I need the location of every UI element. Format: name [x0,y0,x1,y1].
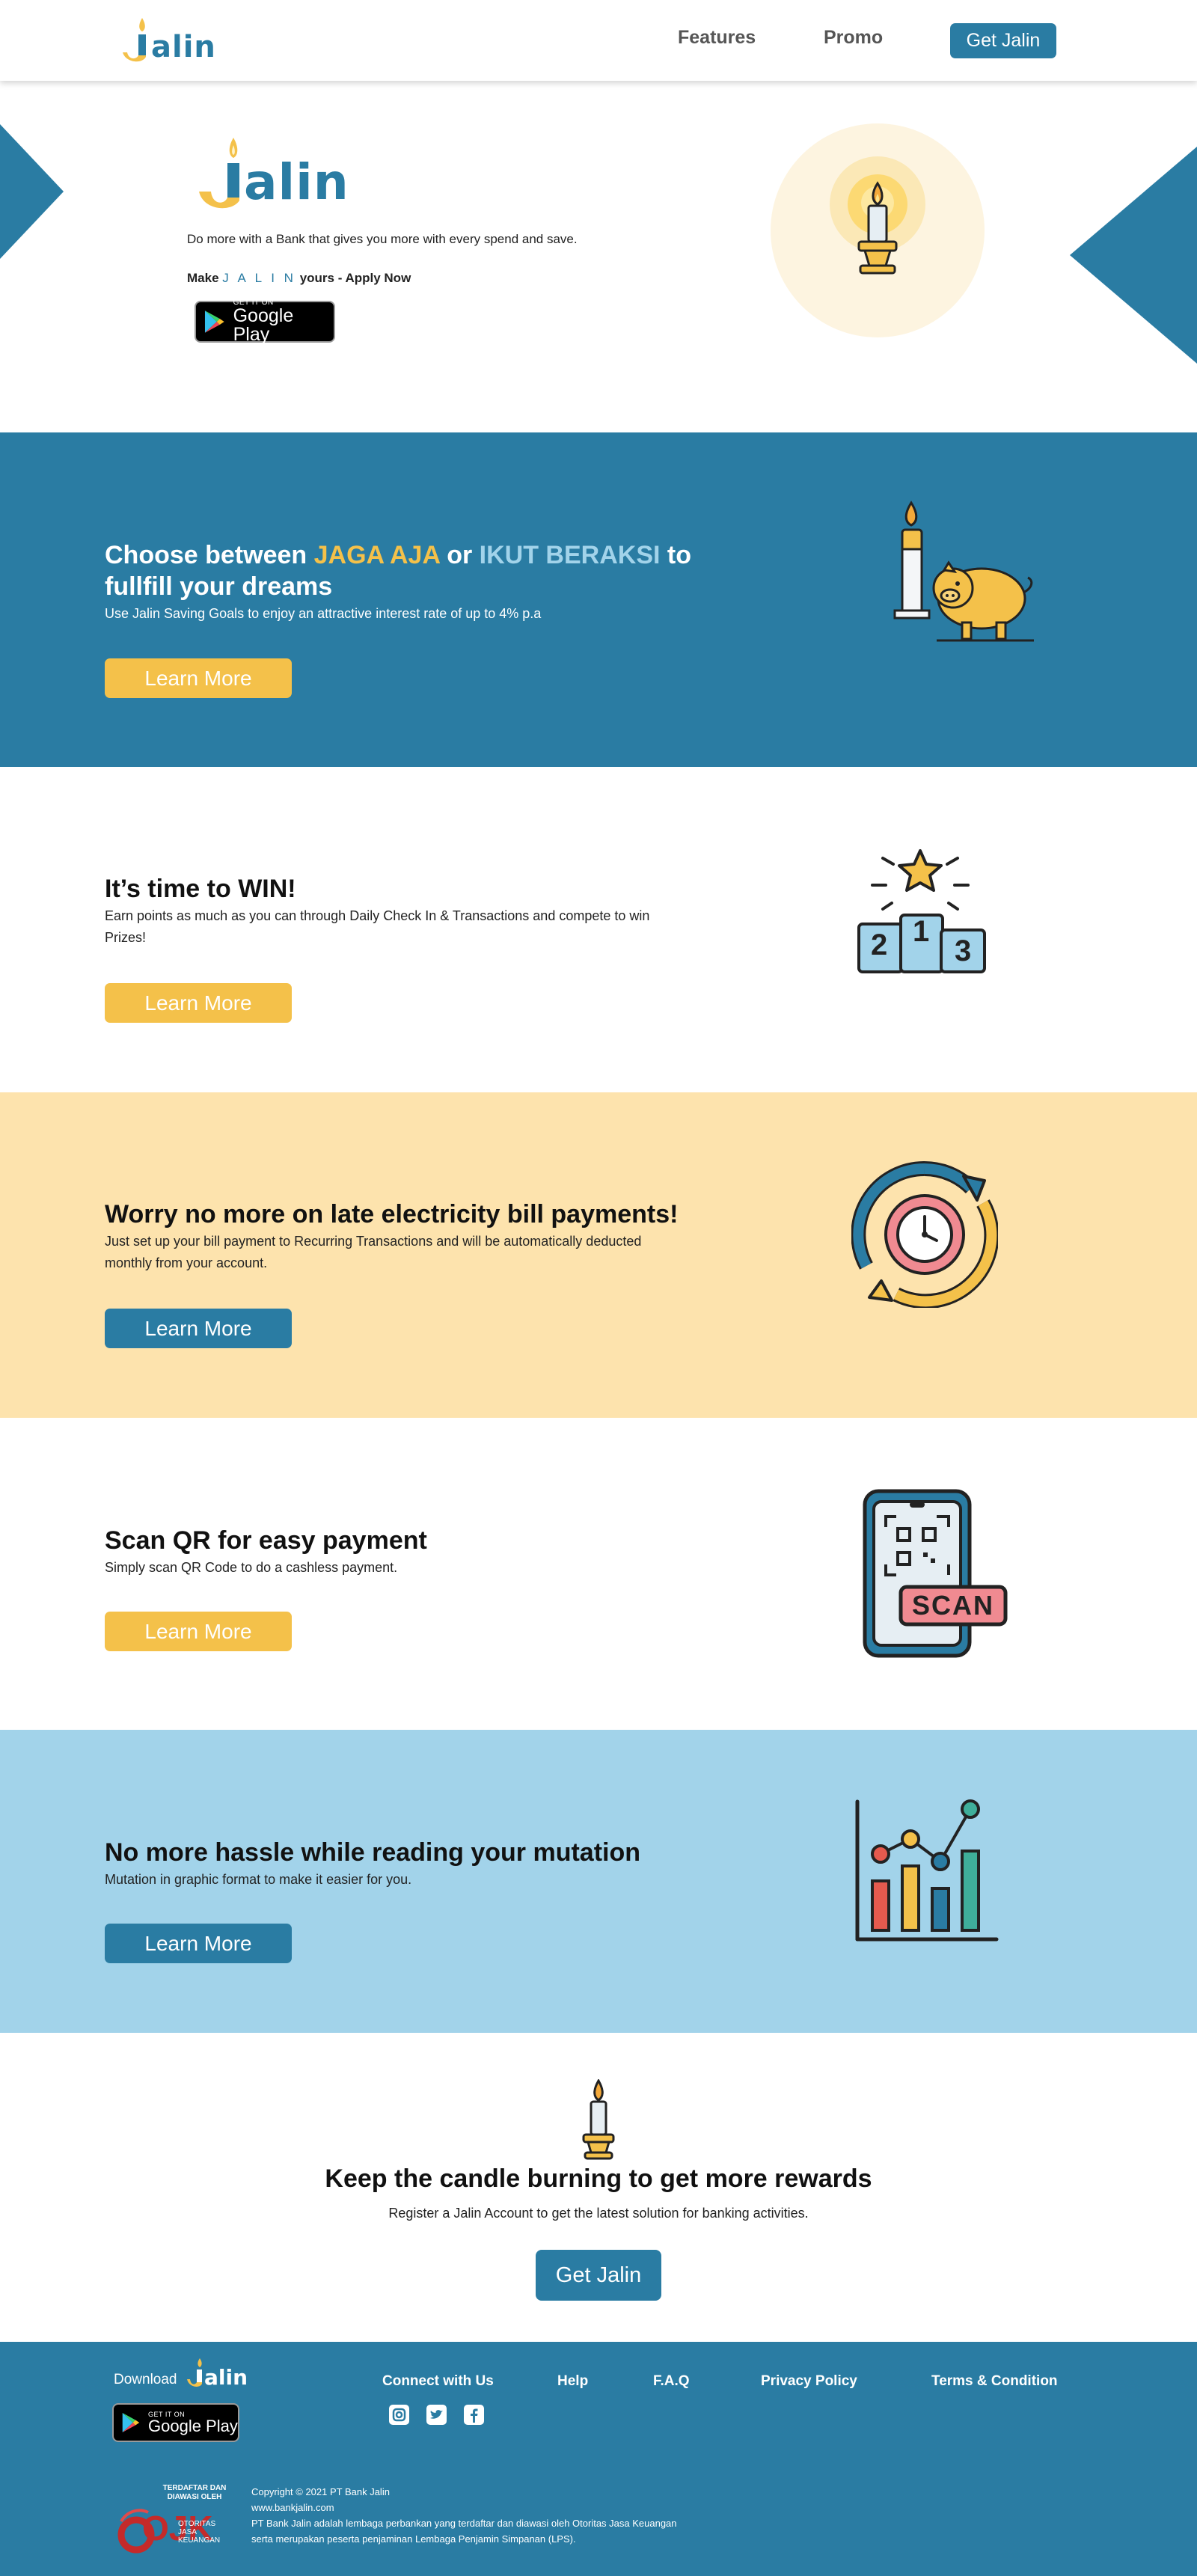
hero-section: alin Do more with a Bank that gives you … [0,81,1197,432]
footer-help-link[interactable]: Help [557,2373,588,2390]
saving-goals-desc: Use Jalin Saving Goals to enjoy an attra… [105,606,542,621]
left-triangle-decoration [0,124,64,259]
get-jalin-nav-button[interactable]: Get Jalin [950,23,1056,58]
win-section: It’s time to WIN! Earn points as much as… [0,767,1197,1092]
footer-google-play-badge[interactable]: GET IT ON Google Play [112,2403,239,2442]
hero-candle-circle [771,123,985,337]
jalin-logo[interactable]: alin [120,15,216,67]
legal-text-1: PT Bank Jalin adalah lembaga perbankan y… [251,2518,677,2529]
lit-candle-icon [830,156,925,275]
hero-apply-text: Make J A L I N yours - Apply Now [187,271,411,286]
scan-qr-learn-more-button[interactable]: Learn More [105,1612,292,1651]
website-text: www.bankjalin.com [251,2502,334,2513]
candle-logo-icon [187,2358,202,2387]
win-desc: Earn points as much as you can through D… [105,908,650,945]
google-play-badge[interactable]: GET IT ON Google Play [195,299,335,345]
scan-badge-label: SCAN [911,1590,994,1621]
footer-terms-link[interactable]: Terms & Condition [931,2373,1058,2390]
mutation-section: No more hassle while reading your mutati… [0,1730,1197,2033]
logo-text: alin [151,30,216,64]
win-learn-more-button[interactable]: Learn More [105,983,292,1023]
candle-logo-icon [123,18,146,62]
top-navbar: alin Features Promo Get Jalin [0,0,1197,81]
apply-prefix: Make [187,271,219,285]
ikut-beraksi-highlight: IKUT BERAKSI [479,541,661,569]
win-title: It’s time to WIN! [105,875,296,903]
cta-title: Keep the candle burning to get more rewa… [325,2164,872,2193]
facebook-icon[interactable] [464,2405,484,2425]
nav-features[interactable]: Features [678,27,756,49]
page: alin Features Promo Get Jalin alin Do mo… [0,0,1197,2576]
scan-qr-title: Scan QR for easy payment [105,1526,427,1555]
scan-qr-section: Scan QR for easy payment Simply scan QR … [0,1418,1197,1730]
podium-trophy-icon: 2 1 3 [853,834,988,984]
smartphone-qr-icon [863,1489,1008,1658]
mutation-desc: Mutation in graphic format to make it ea… [105,1872,412,1887]
hero-logo: alin [196,133,349,215]
bill-payment-title: Worry no more on late electricity bill p… [105,1200,679,1229]
footer-logo: alin [186,2357,248,2390]
candle-icon [582,2079,615,2160]
scan-qr-desc: Simply scan QR Code to do a cashless pay… [105,1560,398,1575]
bar-line-graph-icon [855,1799,999,1942]
bill-payment-learn-more-button[interactable]: Learn More [105,1309,292,1348]
get-jalin-cta-button[interactable]: Get Jalin [536,2250,661,2301]
mutation-learn-more-button[interactable]: Learn More [105,1924,292,1963]
candle-logo-icon [199,138,239,209]
footer-logo-text: alin [204,2365,248,2390]
footer-download-label: Download [114,2372,177,2387]
gplay-big-text: Google Play [233,305,294,345]
ojk-full-name: OTORITAS JASA KEUANGAN [178,2520,221,2545]
nav-promo[interactable]: Promo [824,27,883,49]
copyright-text: Copyright © 2021 PT Bank Jalin [251,2486,390,2497]
footer-connect-label: Connect with Us [382,2373,494,2389]
title-part: or [439,541,480,569]
footer: Download alin GET IT ON Google Play Conn… [0,2342,1197,2576]
google-play-icon [204,310,224,333]
hero-logo-text: alin [244,153,349,211]
podium-third-label: 3 [955,934,972,967]
saving-goals-title: Choose between JAGA AJA or IKUT BERAKSI … [105,539,691,602]
twitter-icon[interactable] [426,2405,447,2425]
google-play-icon [122,2413,140,2432]
instagram-icon[interactable] [389,2405,409,2425]
footer-privacy-link[interactable]: Privacy Policy [761,2373,857,2390]
qr-phone-icon: SCAN [859,1487,1008,1660]
title-line2: fullfill your dreams [105,572,333,601]
gplay-big-text: Google Play [148,2416,238,2435]
mutation-title: No more hassle while reading your mutati… [105,1838,641,1867]
bill-payment-desc: Just set up your bill payment to Recurri… [105,1234,642,1270]
saving-goals-learn-more-button[interactable]: Learn More [105,658,292,698]
cta-desc: Register a Jalin Account to get the late… [388,2206,809,2221]
apply-suffix: yours - Apply Now [299,271,411,285]
footer-faq-link[interactable]: F.A.Q [653,2373,690,2390]
podium-second-label: 2 [871,928,888,961]
podium-first-label: 1 [913,915,930,948]
cta-section: Keep the candle burning to get more rewa… [0,2033,1197,2342]
hero-tagline: Do more with a Bank that gives you more … [187,232,578,246]
title-part: Choose between [105,541,314,569]
jaga-aja-highlight: JAGA AJA [313,541,440,569]
apply-brand: J A L I N [222,271,296,285]
title-part: to [660,541,691,569]
legal-text-2: serta merupakan peserta penjaminan Lemba… [251,2533,576,2545]
bill-payment-section: Worry no more on late electricity bill p… [0,1092,1197,1418]
ojk-logo: TERDAFTAR DAN DIAWASI OLEH OJK OTORITAS … [112,2484,232,2559]
candle-piggy-bank-icon [893,501,1034,642]
recurring-clock-icon [851,1161,998,1308]
saving-goals-section: Choose between JAGA AJA or IKUT BERAKSI … [0,432,1197,767]
ojk-registered-text: TERDAFTAR DAN DIAWASI OLEH [162,2484,227,2501]
right-triangle-decoration [1070,147,1197,364]
